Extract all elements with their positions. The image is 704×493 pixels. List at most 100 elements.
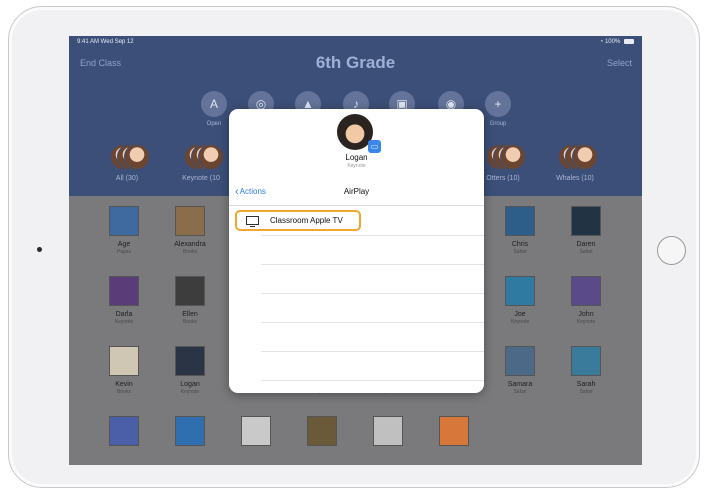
student-app: Safari: [513, 389, 527, 395]
student-name: Kevin: [115, 381, 133, 388]
student-tile[interactable]: [94, 416, 154, 465]
select-button[interactable]: Select: [607, 58, 632, 68]
student-app: Books: [117, 389, 131, 395]
student-tile[interactable]: Kevin Books: [94, 346, 154, 412]
group-button[interactable]: [481, 144, 526, 174]
airplay-device-row[interactable]: Classroom Apple TV: [235, 210, 361, 231]
group-button[interactable]: [553, 144, 598, 174]
avatar: [124, 144, 150, 170]
classroom-screen: 9:41 AM Wed Sep 12 ◔ 100% End Class 6th …: [69, 36, 642, 465]
student-name: Chris: [511, 241, 529, 248]
screen-thumbnail: [109, 416, 139, 446]
avatar: [198, 144, 224, 170]
student-tile[interactable]: [358, 416, 418, 465]
student-app: Keynote: [576, 319, 596, 325]
page-title: 6th Grade: [315, 53, 396, 72]
divider: [229, 205, 484, 206]
student-app: Books: [183, 249, 197, 255]
student-name: Daren: [576, 241, 596, 248]
student-name: Alexandra: [174, 241, 206, 248]
list-separator: [261, 322, 484, 323]
student-tile[interactable]: [424, 416, 484, 465]
student-app: Pages: [116, 249, 132, 255]
list-separator: [261, 264, 484, 265]
screen-thumbnail: [505, 346, 535, 376]
screen-thumbnail: [109, 276, 139, 306]
student-tile[interactable]: [292, 416, 352, 465]
list-separator: [261, 293, 484, 294]
student-app: Keynote: [180, 389, 200, 395]
group-avatars: [184, 144, 224, 170]
student-tile[interactable]: Daren Safari: [556, 206, 616, 272]
student-tile[interactable]: Ellen Books: [160, 276, 220, 342]
student-tile[interactable]: Samara Safari: [490, 346, 550, 412]
wifi-icon: ◔: [599, 39, 604, 46]
group-label: All (30): [115, 175, 139, 182]
screen-thumbnail: [175, 416, 205, 446]
home-button[interactable]: [657, 236, 686, 265]
status-battery: ◔ 100%: [600, 39, 634, 45]
avatar: [500, 144, 526, 170]
screen-thumbnail: [571, 276, 601, 306]
student-name: Age: [117, 241, 131, 248]
group-button[interactable]: [179, 144, 224, 174]
battery-percent: 100%: [604, 39, 621, 46]
group-avatars: [558, 144, 598, 170]
student-tile[interactable]: Logan Keynote: [160, 346, 220, 412]
airplay-badge-icon: ▭: [368, 140, 381, 153]
student-name: Ellen: [182, 311, 198, 318]
group-label: Whales (10): [556, 175, 594, 182]
student-name: Logan: [180, 381, 200, 388]
student-app: Safari: [579, 389, 593, 395]
front-camera: [37, 247, 42, 252]
student-app: Safari: [579, 249, 593, 255]
screen-thumbnail: [175, 276, 205, 306]
student-app: Keynote: [114, 319, 134, 325]
group-label: Keynote (10: [182, 175, 220, 182]
group-button[interactable]: [105, 144, 150, 174]
popover-title: AirPlay: [343, 187, 370, 196]
student-name: Sarah: [576, 381, 596, 388]
screen-thumbnail: [307, 416, 337, 446]
student-app: Safari: [513, 249, 527, 255]
airplay-popover: ▭ Logan Keynote ‹Actions AirPlay Classro…: [229, 109, 484, 393]
student-tile[interactable]: [160, 416, 220, 465]
student-tile[interactable]: Age Pages: [94, 206, 154, 272]
screen-thumbnail: [571, 346, 601, 376]
screen-thumbnail: [175, 346, 205, 376]
list-separator: [261, 351, 484, 352]
student-tile[interactable]: John Keynote: [556, 276, 616, 342]
student-name: Logan: [345, 153, 368, 162]
student-tile[interactable]: Joe Keynote: [490, 276, 550, 342]
student-name: Joe: [514, 311, 526, 318]
student-app: Keynote: [510, 319, 530, 325]
student-tile[interactable]: [226, 416, 286, 465]
student-tile[interactable]: Darla Keynote: [94, 276, 154, 342]
student-tile[interactable]: Sarah Safari: [556, 346, 616, 412]
screen-thumbnail: [241, 416, 271, 446]
battery-icon: [624, 39, 634, 44]
student-name: Samara: [507, 381, 533, 388]
action-label: Open: [206, 121, 222, 127]
screen-thumbnail: [571, 206, 601, 236]
list-separator: [261, 235, 484, 236]
group-avatars: [486, 144, 526, 170]
student-name: John: [578, 311, 594, 318]
group-avatars: [110, 144, 150, 170]
list-separator: [261, 380, 484, 381]
student-tile[interactable]: Alexandra Books: [160, 206, 220, 272]
screen-thumbnail: [109, 346, 139, 376]
action-label: Group: [489, 121, 507, 127]
avatar: [572, 144, 598, 170]
device-label: Classroom Apple TV: [270, 216, 343, 225]
app-store-icon[interactable]: A: [201, 91, 227, 117]
screen-thumbnail: [505, 206, 535, 236]
screen-thumbnail: [439, 416, 469, 446]
student-tile[interactable]: Chris Safari: [490, 206, 550, 272]
screen-thumbnail: [373, 416, 403, 446]
student-app: Keynote: [347, 163, 366, 169]
tv-icon: [246, 216, 259, 227]
add-group-icon[interactable]: +: [485, 91, 511, 117]
student-app: Books: [183, 319, 197, 325]
screen-thumbnail: [505, 276, 535, 306]
